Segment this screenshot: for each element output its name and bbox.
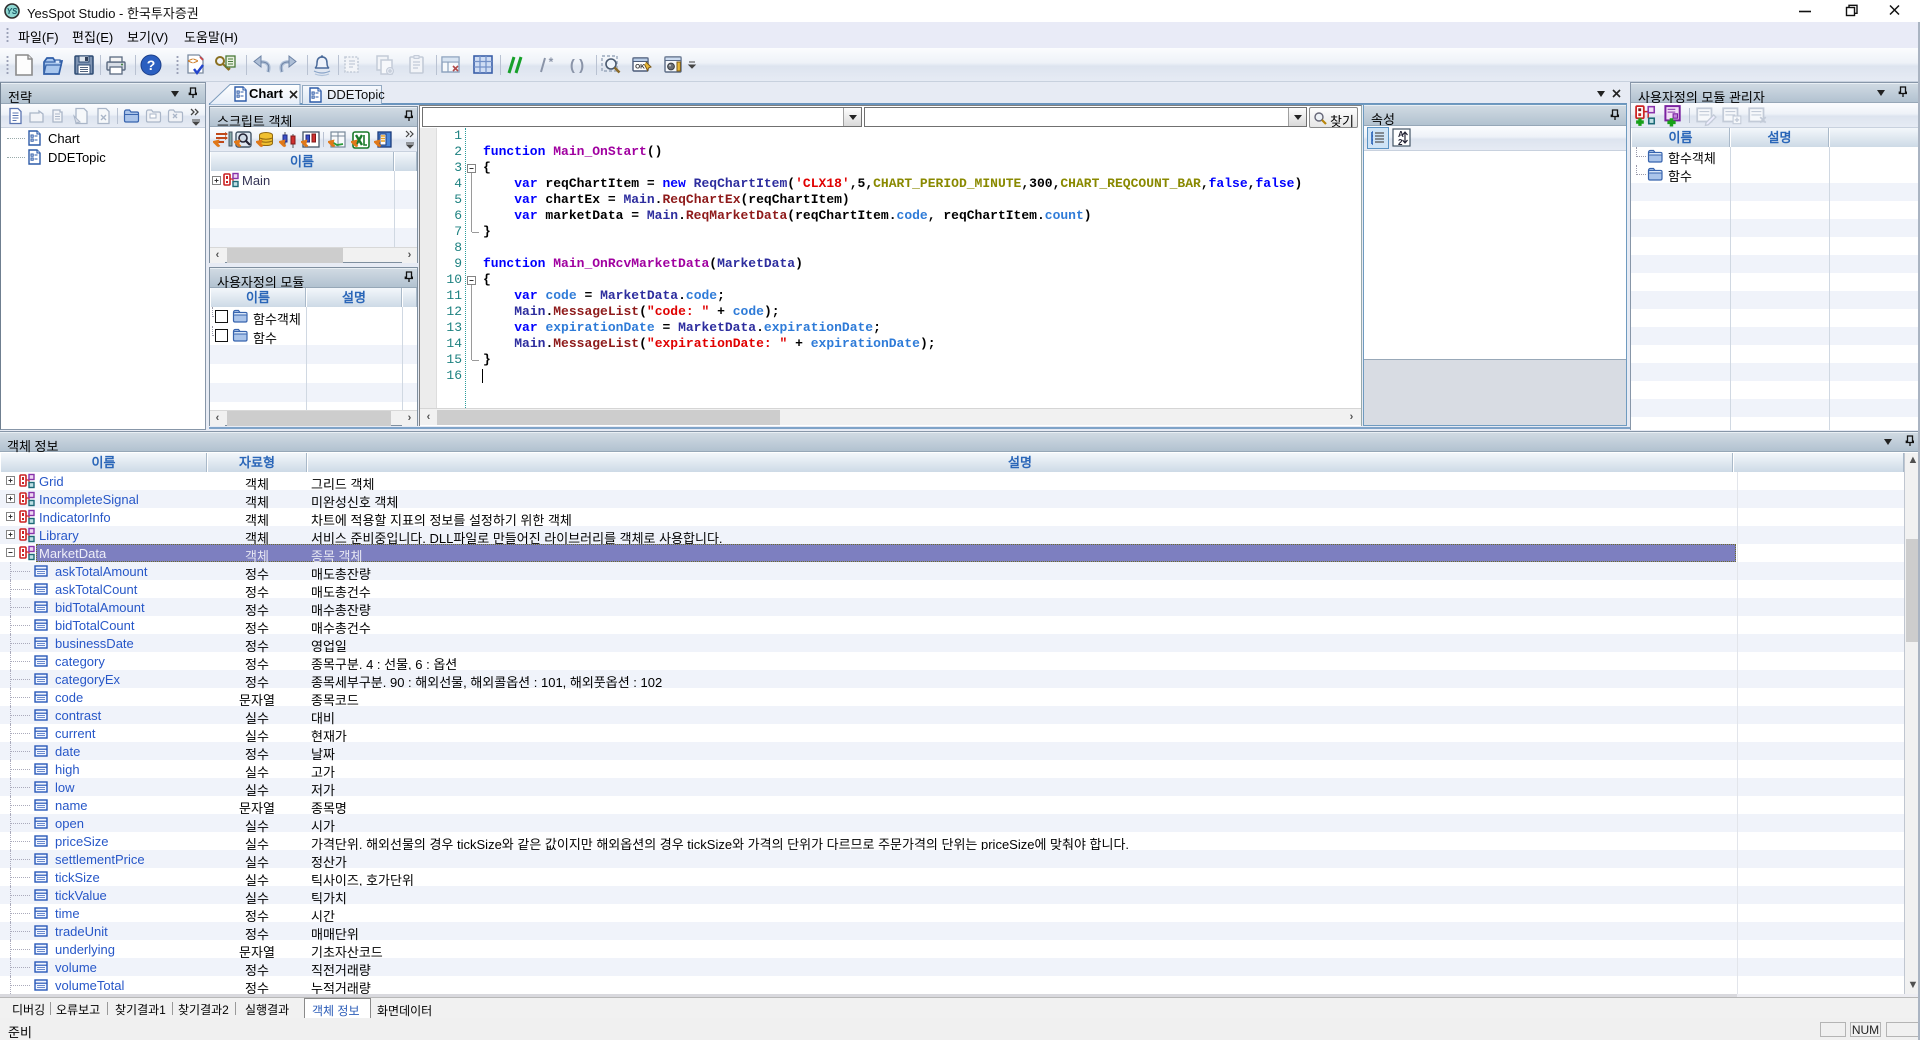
svg-text:OK: OK [635, 64, 645, 71]
svg-text:<>: <> [188, 56, 199, 66]
svg-text:?: ? [147, 57, 156, 73]
svg-text:( ): ( ) [570, 57, 584, 74]
svg-text:*: * [549, 55, 554, 69]
svg-text:2: 2 [1398, 138, 1403, 147]
svg-text:YS: YS [7, 7, 18, 16]
